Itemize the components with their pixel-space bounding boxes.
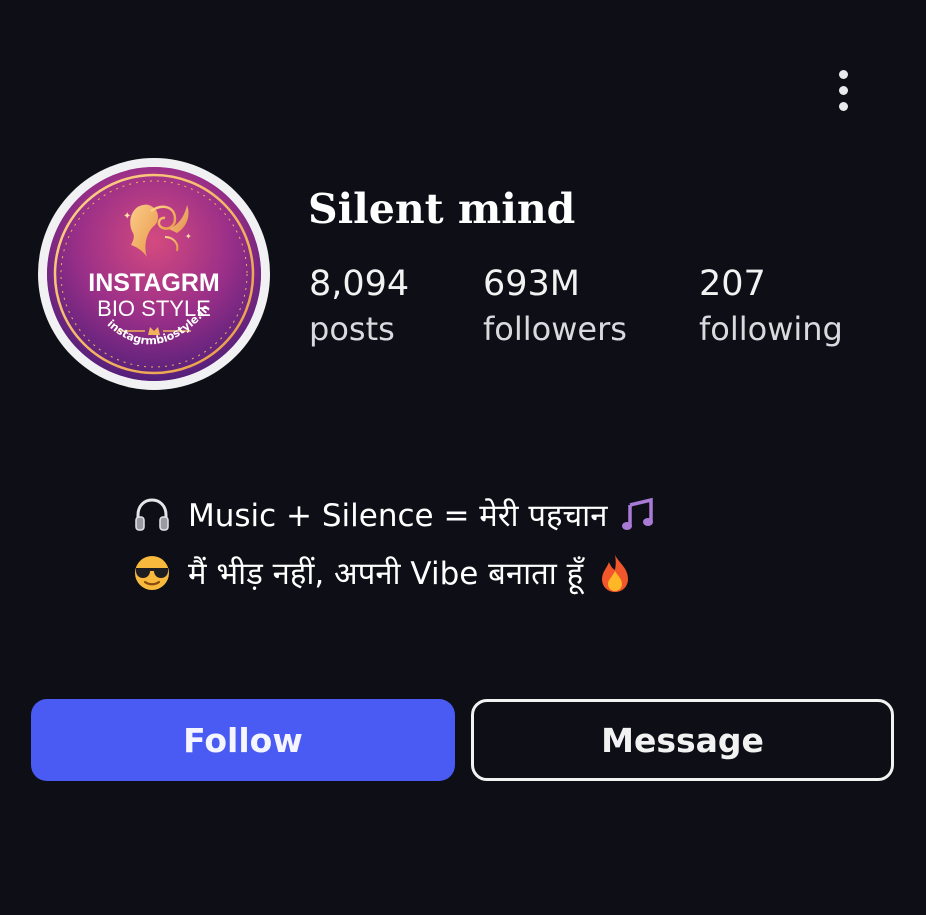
profile-bio: Music + Silence = मेरी पहचान मैं भीड़ नह… (132, 486, 852, 602)
bio-line-2-text: मैं भीड़ नहीं, अपनी Vibe बनाता हूँ (188, 556, 584, 592)
svg-text:✦: ✦ (123, 211, 131, 222)
avatar-image: ✦ ✦ INSTAGRM BIO STYLE instagrmbiostyle.… (47, 167, 261, 381)
stat-following-value: 207 (699, 264, 766, 304)
stat-followers-value: 693M (483, 264, 581, 304)
stat-posts-value: 8,094 (309, 264, 410, 304)
avatar[interactable]: ✦ ✦ INSTAGRM BIO STYLE instagrmbiostyle.… (38, 158, 270, 390)
profile-username: Silent mind (308, 185, 576, 233)
bio-line: मैं भीड़ नहीं, अपनी Vibe बनाता हूँ (132, 544, 852, 602)
headphones-icon (132, 495, 172, 535)
svg-text:✦: ✦ (185, 232, 192, 241)
more-vertical-icon-dot (839, 102, 848, 111)
music-notes-icon (621, 495, 657, 535)
bio-line: Music + Silence = मेरी पहचान (132, 486, 852, 544)
follow-button[interactable]: Follow (31, 699, 455, 781)
bio-line-1-text: Music + Silence = मेरी पहचान (188, 498, 608, 534)
stat-followers[interactable]: 693M followers (483, 262, 627, 352)
logo-line1: INSTAGRM (88, 269, 219, 297)
more-vertical-icon-dot (839, 86, 848, 95)
instagrm-bio-style-logo: ✦ ✦ INSTAGRM BIO STYLE instagrmbiostyle.… (47, 167, 261, 381)
stat-following-label: following (699, 310, 843, 348)
more-options-button[interactable] (826, 64, 862, 116)
stat-following[interactable]: 207 following (699, 262, 843, 352)
message-button[interactable]: Message (471, 699, 894, 781)
fire-icon (597, 553, 633, 593)
more-vertical-icon (839, 70, 848, 79)
sunglasses-face-icon (132, 553, 172, 593)
stat-posts[interactable]: 8,094 posts (309, 262, 409, 352)
stat-followers-label: followers (483, 310, 627, 348)
stat-posts-label: posts (309, 310, 395, 348)
